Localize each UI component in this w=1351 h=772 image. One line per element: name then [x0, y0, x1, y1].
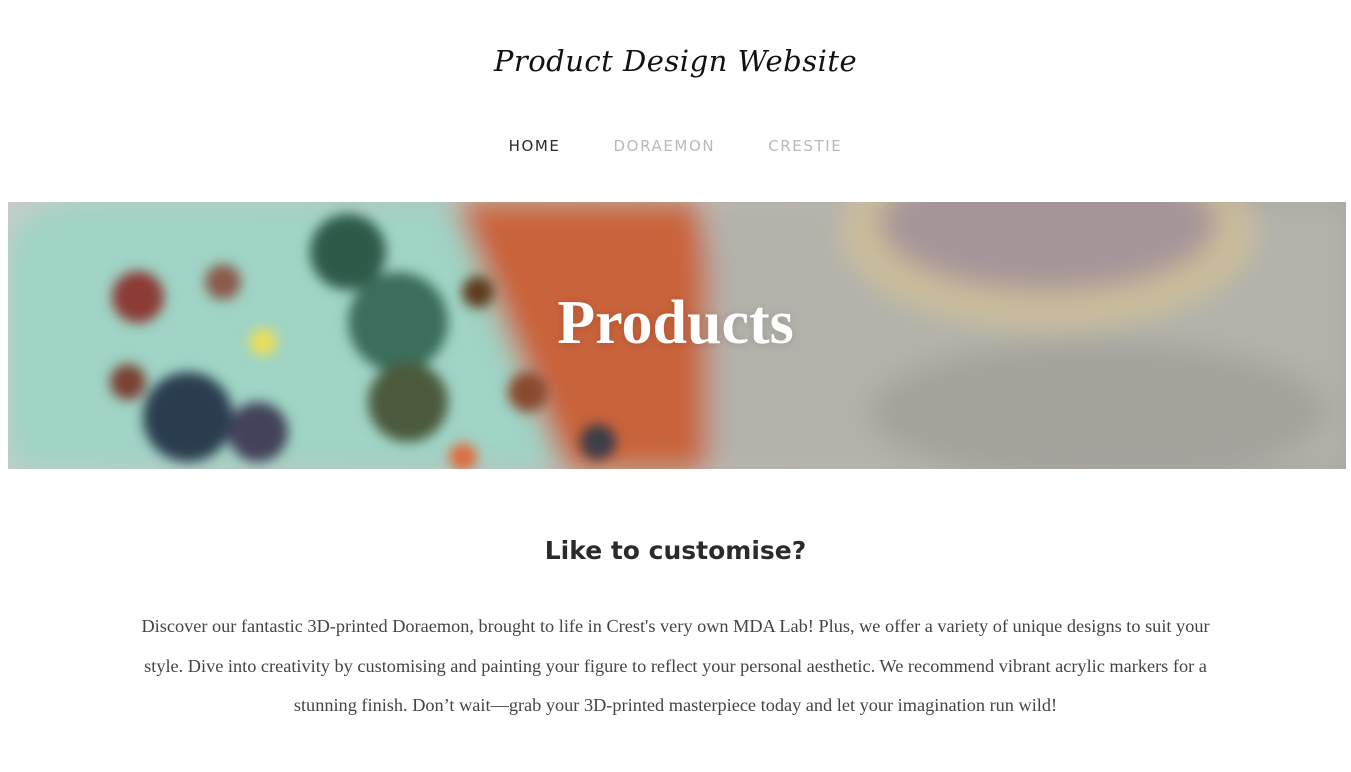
site-title-link[interactable]: Product Design Website	[0, 44, 1351, 78]
section-body-text: Discover our fantastic 3D-printed Doraem…	[141, 616, 1210, 715]
site-header: Product Design Website HOME DORAEMON CRE…	[0, 0, 1351, 202]
hero-title: Products	[557, 289, 794, 357]
nav-link-doraemon[interactable]: DORAEMON	[614, 137, 716, 155]
nav-link-home[interactable]: HOME	[509, 137, 561, 155]
nav-link-crestie[interactable]: CRESTIE	[768, 137, 842, 155]
section-heading: Like to customise?	[544, 536, 807, 565]
main-nav: HOME DORAEMON CRESTIE	[0, 137, 1351, 155]
